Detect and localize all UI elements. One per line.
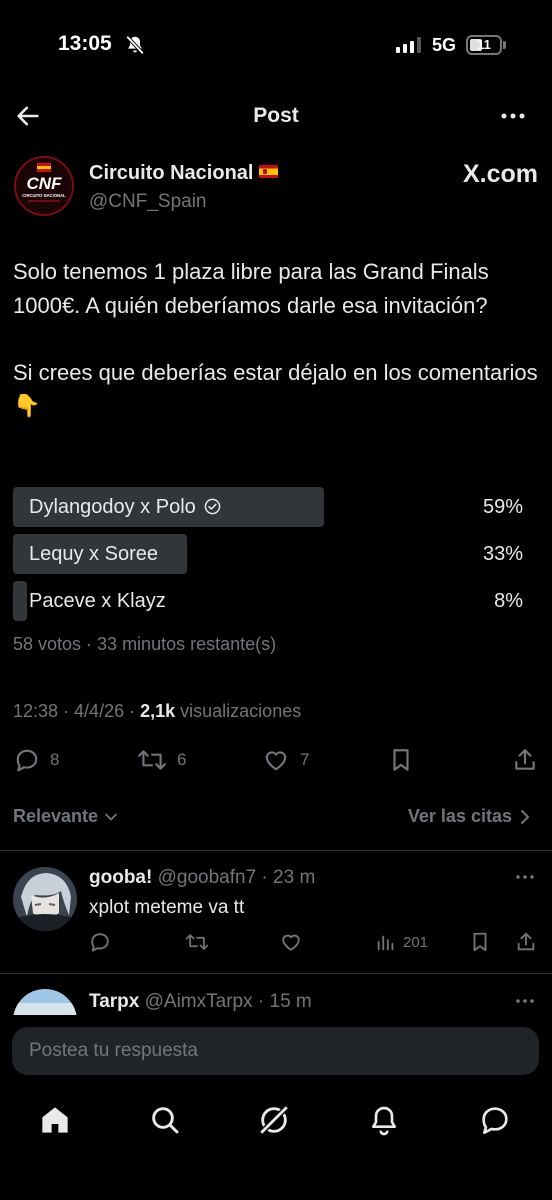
network-type: 5G [432,35,457,55]
battery-tip [503,41,506,49]
poll-option-percent: 33% [482,543,523,565]
top-nav: Post [0,94,552,138]
bell-slash-icon [124,34,146,61]
repost-count: 6 [177,750,187,769]
post-date: 4/4/26 [74,701,125,721]
reply-count: 8 [50,750,60,769]
like-count: 7 [300,750,310,769]
repost-icon [185,934,209,950]
views-count[interactable]: 2,1k [140,701,175,721]
analytics-icon [377,935,394,951]
author-name-text: Circuito Nacional [89,162,254,184]
reply-author-handle[interactable]: @AimxTarpx [145,991,253,1012]
like-button[interactable] [279,931,303,953]
anime-avatar-icon [13,867,77,931]
reply-header: Tarpx @AimxTarpx · 15 m [89,991,312,1012]
poll-bar [13,581,27,621]
battery-icon: 11 [466,35,502,55]
status-bar: 13:05 5G 11 [0,0,552,90]
grok-icon[interactable] [256,1102,292,1138]
messages-icon[interactable] [477,1102,513,1138]
post-text: Solo tenemos 1 plaza libre para las Gran… [13,259,538,418]
bookmark-icon [473,932,487,952]
share-icon [517,932,535,951]
spain-flag-icon [259,165,279,178]
post-meta: 12:38 · 4/4/26 · 2,1k visualizaciones [13,701,302,721]
reply-header: gooba! @goobafn7 · 23 m [89,867,316,888]
xcom-badge[interactable]: X.com [463,160,538,189]
reply-button[interactable]: 8 [14,744,59,776]
reply-time: 15 m [269,991,312,1012]
avatar-text: CNF [27,174,63,193]
share-button[interactable] [512,744,538,776]
reply-text: xplot meteme va tt [89,897,245,918]
reply-button[interactable] [89,931,111,953]
search-icon[interactable] [147,1102,183,1138]
reply-item[interactable]: gooba! @goobafn7 · 23 m xplot meteme va … [0,867,552,963]
chevron-down-icon [105,813,117,820]
sort-dropdown[interactable]: Relevante [13,806,118,827]
poll-option-percent: 59% [482,496,523,518]
view-quotes-link[interactable]: Ver las citas [408,806,530,827]
reply-icon [16,749,38,772]
home-icon[interactable] [37,1102,73,1138]
poll-option-percent: 8% [494,590,523,612]
poll-option[interactable]: Paceve x Klayz 8% [13,581,525,621]
page-title: Post [253,104,299,127]
poll-option-label: Paceve x Klayz [29,590,166,612]
reply-icon [91,933,109,952]
views-button[interactable]: 201 [375,931,428,953]
poll-option[interactable]: Dylangodoy x Polo 59% [13,487,525,527]
reply-input[interactable]: Postea tu respuesta [12,1027,539,1075]
more-horizontal-icon[interactable] [514,991,536,1016]
check-circle-icon [204,489,221,529]
divider [0,850,552,851]
chevron-right-icon [521,809,529,824]
post-author: CNF CIRCUITO NACIONAL Circuito Nacional … [14,156,538,220]
post-actions: 8 6 7 [0,744,552,776]
reply-time: 23 m [273,867,316,888]
more-horizontal-icon[interactable] [514,867,536,892]
heart-icon [282,934,300,951]
signal-icon [396,37,421,53]
poll: Dylangodoy x Polo 59% Lequy x Soree 33% … [13,487,525,628]
poll-option-label: Lequy x Soree [29,543,158,565]
bottom-tab-bar [0,1088,552,1148]
post-time: 12:38 [13,701,59,721]
status-time: 13:05 [58,32,112,55]
reply-author-name[interactable]: Tarpx [89,991,139,1012]
reply-avatar[interactable] [13,867,77,931]
repost-icon [138,750,166,770]
battery-level: 11 [477,37,491,52]
reply-actions: 201 [89,931,539,955]
reply-views-count: 201 [403,933,429,951]
view-quotes-label: Ver las citas [407,806,512,826]
notifications-icon[interactable] [366,1102,402,1138]
poll-meta: 58 votos · 33 minutos restante(s) [13,634,277,654]
cnf-logo-icon: CNF CIRCUITO NACIONAL [16,158,72,214]
repost-button[interactable] [185,931,209,953]
repost-button[interactable]: 6 [137,744,186,776]
like-button[interactable]: 7 [262,744,309,776]
sort-label: Relevante [13,806,99,826]
poll-option[interactable]: Lequy x Soree 33% [13,534,525,574]
bookmark-button[interactable] [469,931,491,953]
reply-author-name[interactable]: gooba! [89,867,152,888]
bookmark-button[interactable] [388,744,414,776]
share-button[interactable] [515,931,537,953]
avatar-subtext: CIRCUITO NACIONAL [22,193,66,198]
author-avatar[interactable]: CNF CIRCUITO NACIONAL [14,156,74,216]
more-horizontal-icon[interactable] [498,102,528,130]
author-name[interactable]: Circuito Nacional [89,162,279,185]
bookmark-icon [393,749,409,771]
heart-icon [265,751,287,771]
poll-option-label: Dylangodoy x Polo [29,487,221,529]
views-label: visualizaciones [180,701,302,721]
home-indicator [183,1178,369,1184]
divider [0,973,552,974]
share-icon [515,749,535,770]
author-handle[interactable]: @CNF_Spain [89,191,207,213]
replies-sort-bar: Relevante Ver las citas [0,804,552,832]
reply-author-handle[interactable]: @goobafn7 [158,867,257,888]
